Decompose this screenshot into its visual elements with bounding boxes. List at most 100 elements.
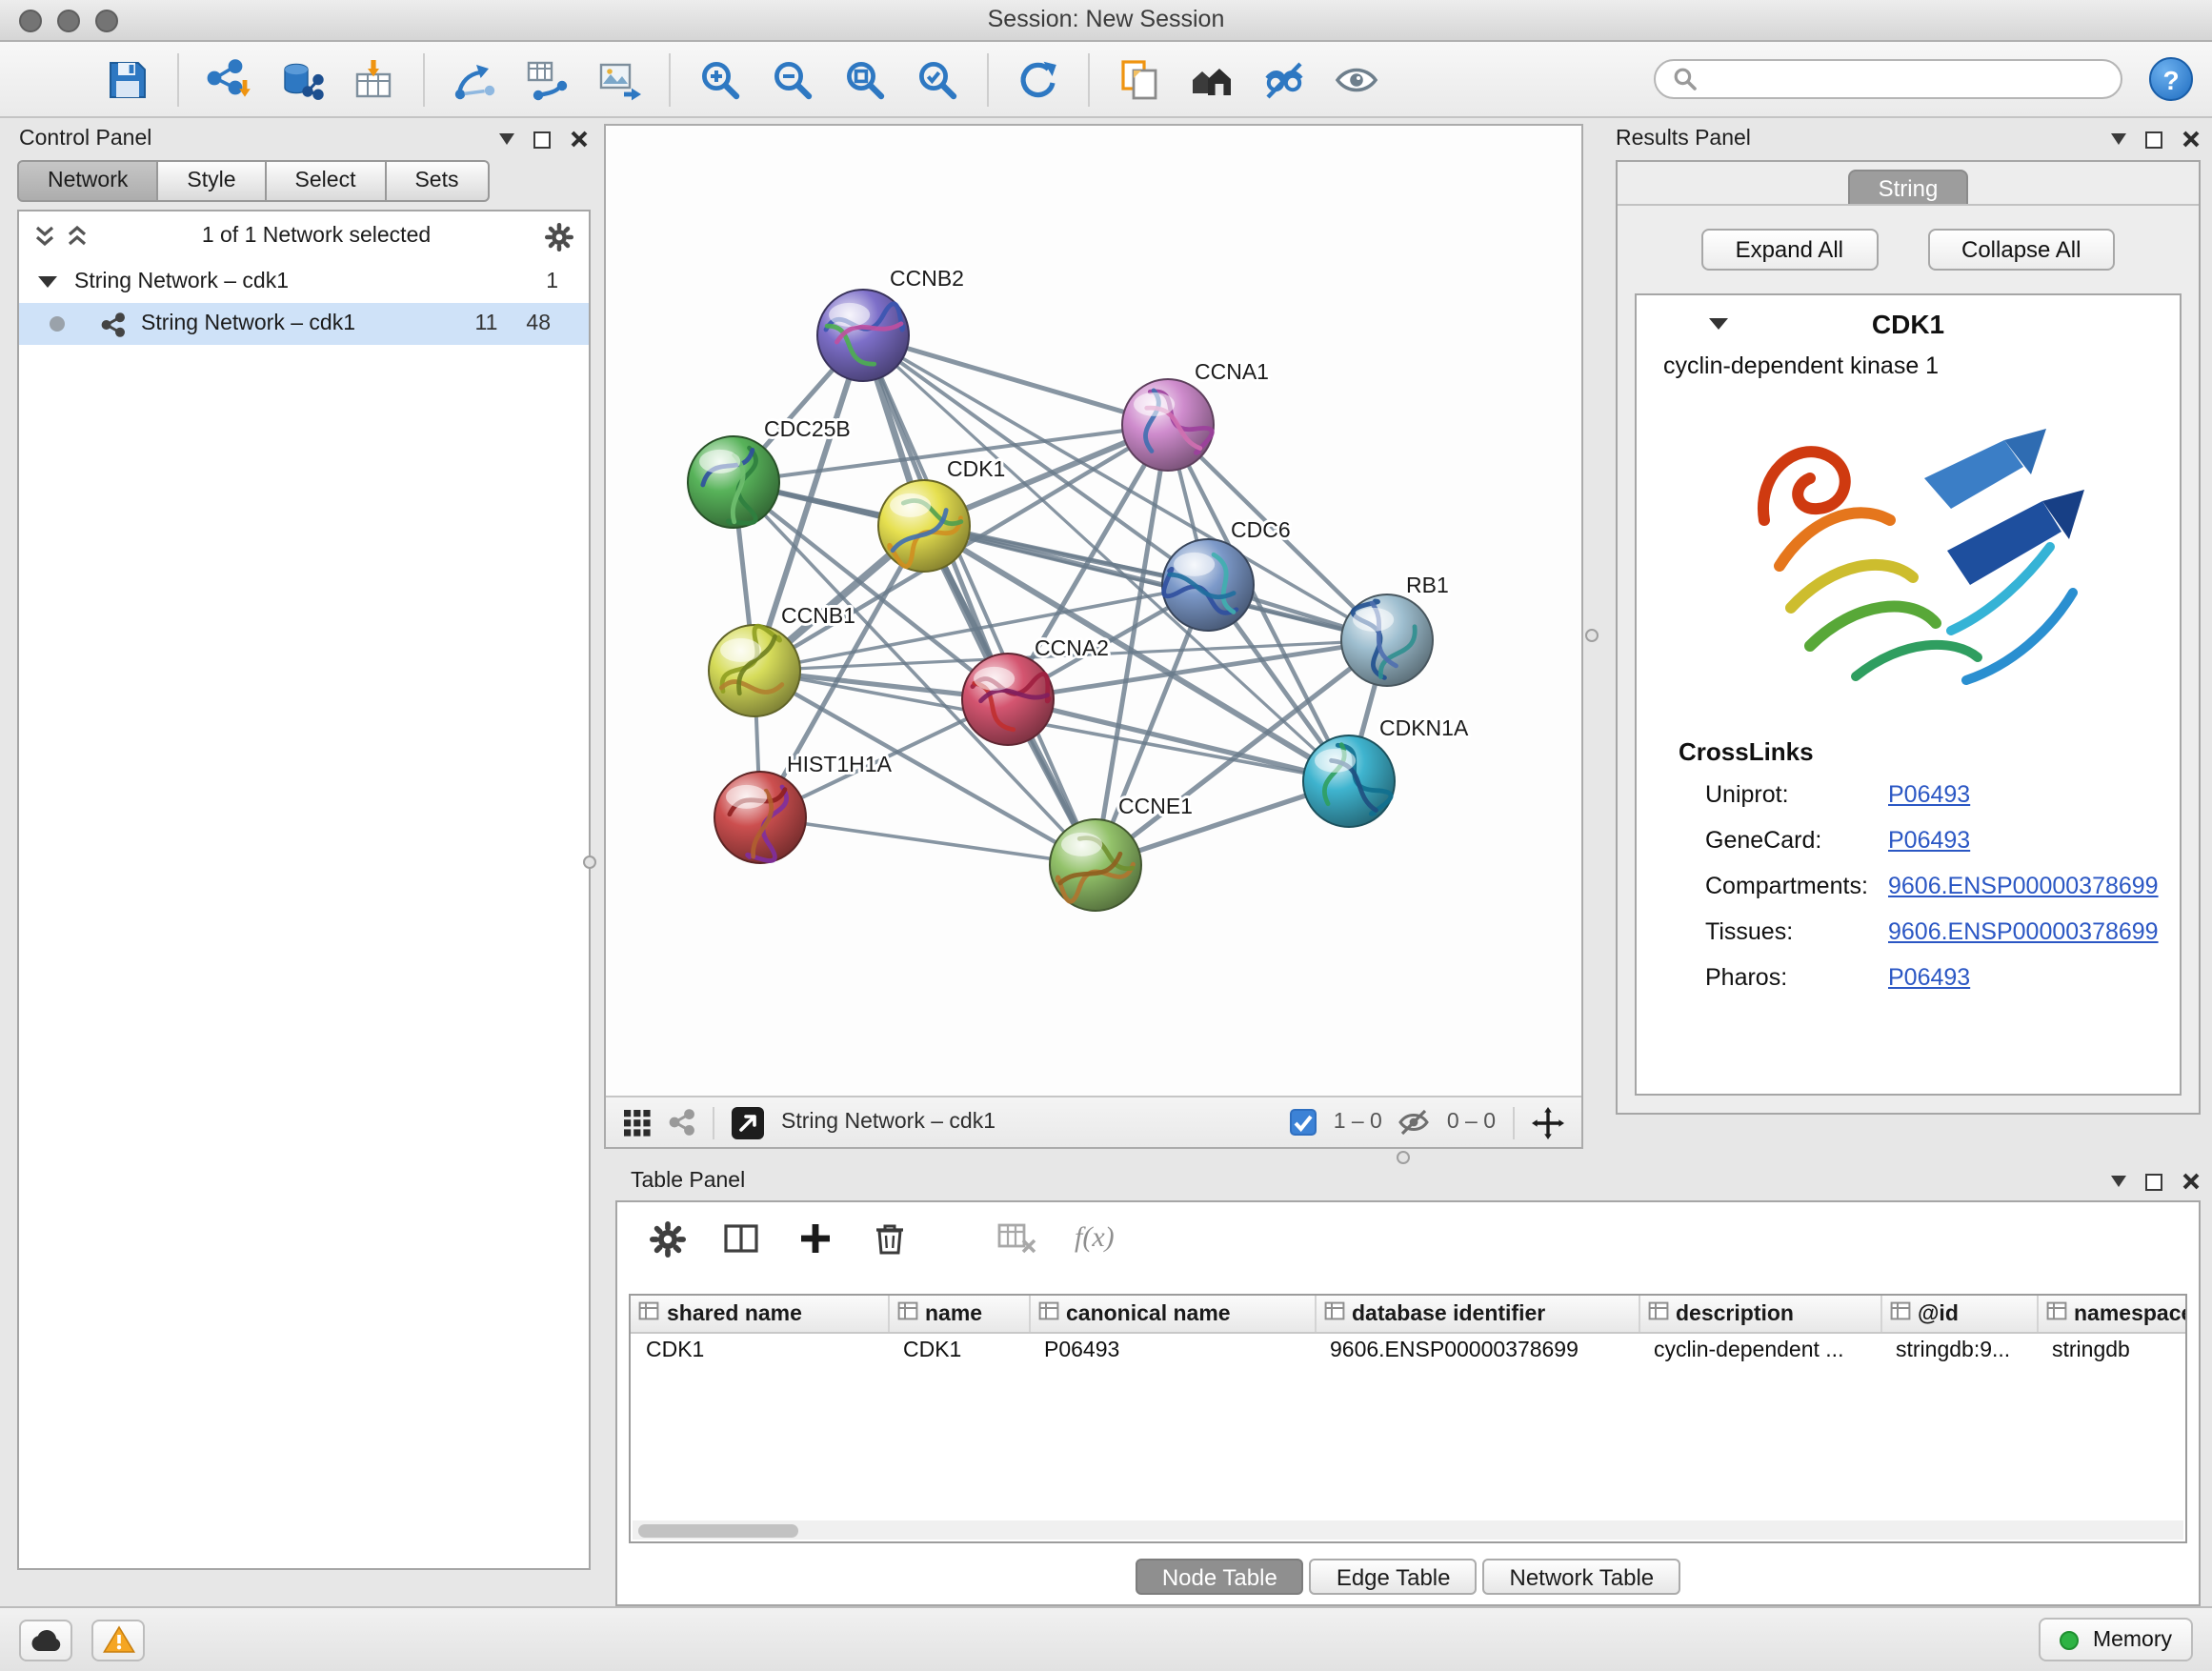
- help-button[interactable]: ?: [2149, 57, 2193, 101]
- zoom-out-button[interactable]: [756, 49, 829, 110]
- network-canvas[interactable]: CCNB2CCNA1CDC25BCDK1CDC6RB1CCNB1CCNA2CDK…: [606, 126, 1581, 1096]
- open-session-button[interactable]: [19, 49, 91, 110]
- protein-section-header[interactable]: CDK1: [1637, 295, 2180, 352]
- table-cell[interactable]: stringdb: [2037, 1332, 2187, 1370]
- node-cdc25b[interactable]: [688, 436, 779, 530]
- import-network-from-file-button[interactable]: [192, 49, 265, 110]
- crosslink-link[interactable]: P06493: [1888, 964, 1970, 991]
- splitter-handle-bottom[interactable]: [1397, 1151, 1410, 1164]
- table-cell[interactable]: stringdb:9...: [1880, 1332, 2037, 1370]
- glasses-slash-button[interactable]: [1248, 49, 1320, 110]
- node-cdkn1a[interactable]: [1303, 734, 1395, 827]
- crosslink-link[interactable]: 9606.ENSP00000378699: [1888, 873, 2159, 899]
- save-session-button[interactable]: [91, 49, 164, 110]
- tab-network[interactable]: Network: [17, 160, 158, 202]
- tab-edge-table[interactable]: Edge Table: [1310, 1559, 1478, 1595]
- node-ccnb2[interactable]: [817, 290, 909, 381]
- search-input[interactable]: [1709, 68, 2103, 91]
- node-rb1[interactable]: [1341, 594, 1433, 686]
- hidden-eye-slash-icon[interactable]: [1399, 1109, 1430, 1136]
- splitter-handle-right[interactable]: [1585, 629, 1599, 642]
- float-panel-button[interactable]: [2111, 1176, 2126, 1187]
- apply-layout-button[interactable]: [1002, 49, 1075, 110]
- function-builder-icon[interactable]: f(x): [1075, 1222, 1115, 1255]
- column-header-0[interactable]: shared name: [631, 1296, 888, 1332]
- edge-ccnb2-ccne1[interactable]: [863, 335, 1096, 865]
- node-cdk1[interactable]: [878, 480, 970, 572]
- edge-ccnb2-ccna1[interactable]: [863, 335, 1168, 425]
- import-table-from-file-button[interactable]: [337, 49, 410, 110]
- crosslink-link[interactable]: P06493: [1888, 781, 1970, 808]
- network-from-table-button[interactable]: [511, 49, 583, 110]
- status-bar: Memory: [0, 1606, 2212, 1671]
- tab-node-table[interactable]: Node Table: [1136, 1559, 1304, 1595]
- splitter-handle-left[interactable]: [583, 856, 596, 869]
- crosslink-link[interactable]: P06493: [1888, 827, 1970, 854]
- close-panel-button[interactable]: [2182, 130, 2201, 149]
- network-row-selected[interactable]: String Network – cdk1 11 48: [19, 303, 589, 345]
- collapse-all-chevron-icon[interactable]: [34, 225, 55, 248]
- export-image-button[interactable]: [583, 49, 655, 110]
- crosshair-icon[interactable]: [1532, 1106, 1564, 1138]
- zoom-selected-button[interactable]: [901, 49, 974, 110]
- crosslink-link[interactable]: 9606.ENSP00000378699: [1888, 918, 2159, 945]
- zoom-in-button[interactable]: [684, 49, 756, 110]
- selected-nodes-checkbox[interactable]: [1290, 1109, 1317, 1136]
- table-cell[interactable]: 9606.ENSP00000378699: [1315, 1332, 1639, 1370]
- network-from-selection-button[interactable]: [438, 49, 511, 110]
- double-house-button[interactable]: [1176, 49, 1248, 110]
- zoom-fit-content-button[interactable]: [829, 49, 901, 110]
- show-columns-icon[interactable]: [722, 1219, 760, 1258]
- collapse-all-button[interactable]: Collapse All: [1927, 229, 2115, 271]
- column-header-4[interactable]: description: [1639, 1296, 1880, 1332]
- eye-button[interactable]: [1320, 49, 1393, 110]
- cloud-status-button[interactable]: [19, 1619, 72, 1661]
- expand-all-button[interactable]: Expand All: [1701, 229, 1878, 271]
- column-header-1[interactable]: name: [888, 1296, 1029, 1332]
- warning-status-button[interactable]: [91, 1619, 145, 1661]
- table-cell[interactable]: P06493: [1029, 1332, 1315, 1370]
- delete-table-icon[interactable]: [996, 1219, 1038, 1258]
- grid-view-icon[interactable]: [623, 1108, 652, 1137]
- node-ccna2[interactable]: [962, 654, 1054, 745]
- tab-sets[interactable]: Sets: [386, 160, 489, 202]
- table-cell[interactable]: CDK1: [631, 1332, 888, 1370]
- column-header-2[interactable]: canonical name: [1029, 1296, 1315, 1332]
- maximize-panel-button[interactable]: [2145, 131, 2162, 148]
- import-network-from-database-button[interactable]: [265, 49, 337, 110]
- table-row[interactable]: CDK1CDK1P064939606.ENSP00000378699cyclin…: [631, 1332, 2187, 1370]
- node-ccne1[interactable]: [1050, 819, 1141, 911]
- tab-style[interactable]: Style: [158, 160, 266, 202]
- expand-all-chevron-icon[interactable]: [67, 225, 88, 248]
- table-cell[interactable]: cyclin-dependent ...: [1639, 1332, 1880, 1370]
- float-panel-button[interactable]: [2111, 133, 2126, 145]
- protein-section-caret[interactable]: [1709, 318, 1728, 330]
- collection-expand-caret[interactable]: [38, 276, 57, 288]
- network-share-view-icon[interactable]: [669, 1109, 695, 1136]
- scrollbar-thumb[interactable]: [638, 1523, 798, 1537]
- memory-button[interactable]: Memory: [2040, 1618, 2193, 1661]
- maximize-panel-button[interactable]: [533, 131, 551, 148]
- node-ccnb1[interactable]: [706, 620, 800, 716]
- tab-select[interactable]: Select: [267, 160, 387, 202]
- delete-column-trash-icon[interactable]: [871, 1219, 909, 1258]
- close-panel-button[interactable]: [2182, 1172, 2201, 1191]
- column-header-5[interactable]: @id: [1880, 1296, 2037, 1332]
- table-settings-gear-icon[interactable]: [650, 1220, 686, 1257]
- network-options-gear-icon[interactable]: [545, 222, 573, 251]
- edge-hist1h1a-ccne1[interactable]: [760, 817, 1096, 865]
- column-header-3[interactable]: database identifier: [1315, 1296, 1639, 1332]
- network-collection-row[interactable]: String Network – cdk1 1: [19, 261, 589, 303]
- document-copy-button[interactable]: [1103, 49, 1176, 110]
- node-hist1h1a[interactable]: [714, 772, 806, 867]
- add-column-plus-icon[interactable]: [796, 1219, 835, 1258]
- float-panel-button[interactable]: [499, 133, 514, 145]
- tab-string[interactable]: String: [1848, 170, 1969, 204]
- table-cell[interactable]: CDK1: [888, 1332, 1029, 1370]
- maximize-panel-button[interactable]: [2145, 1173, 2162, 1190]
- table-horizontal-scrollbar[interactable]: [633, 1520, 2183, 1540]
- column-header-6[interactable]: namespace: [2037, 1296, 2187, 1332]
- detach-view-button[interactable]: [732, 1106, 764, 1138]
- tab-network-table[interactable]: Network Table: [1483, 1559, 1681, 1595]
- close-panel-button[interactable]: [570, 130, 589, 149]
